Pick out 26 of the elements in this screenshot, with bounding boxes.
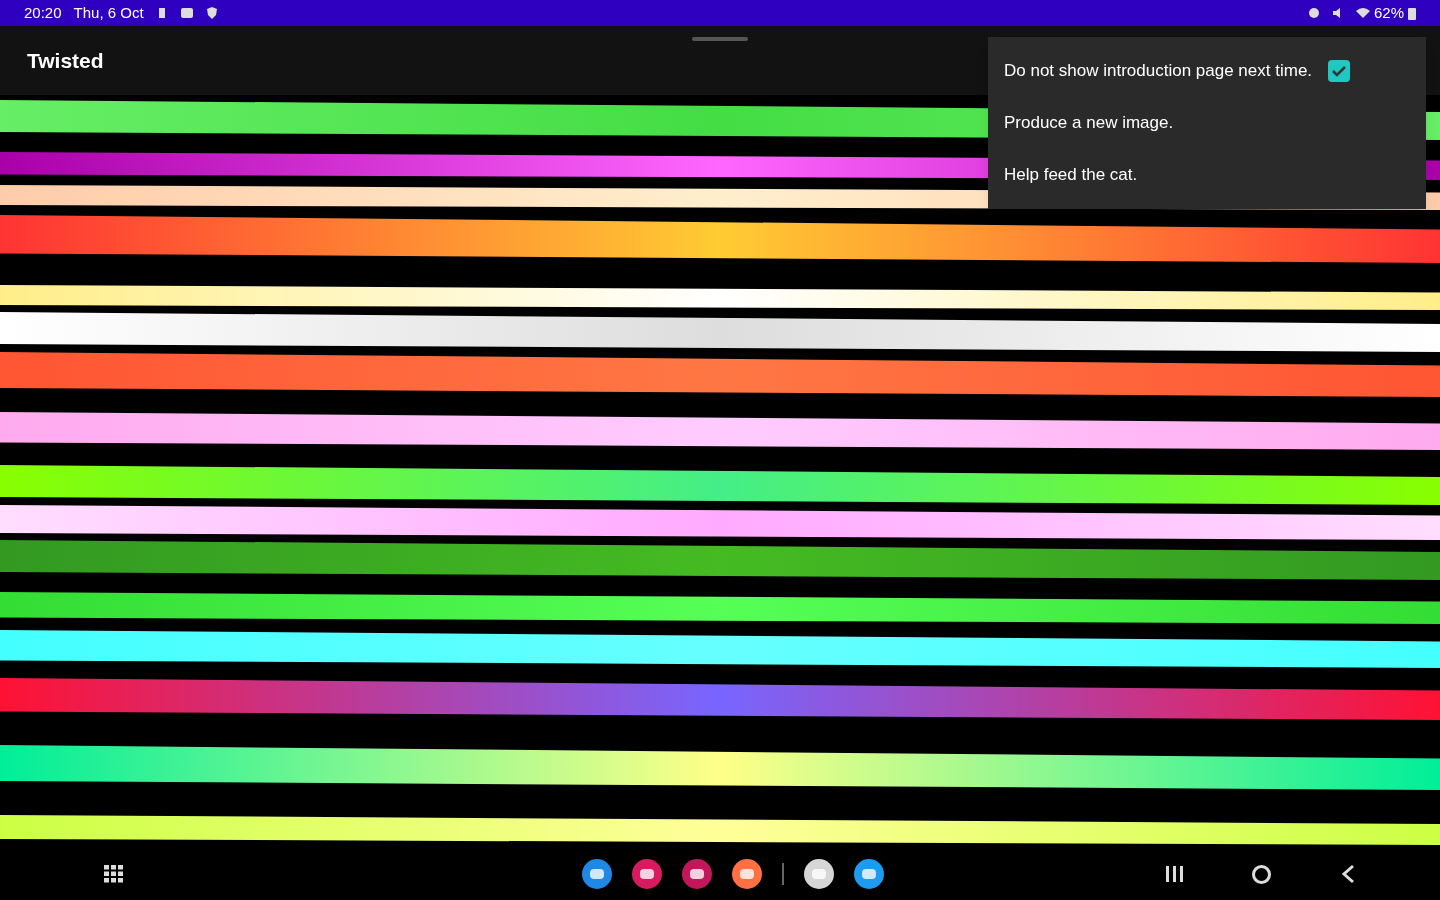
checkbox[interactable] bbox=[1328, 60, 1351, 82]
app-icon[interactable] bbox=[732, 859, 762, 889]
app-title: Twisted bbox=[27, 47, 104, 74]
battery-icon bbox=[1408, 6, 1416, 20]
clock: 20:20 bbox=[24, 2, 62, 23]
app-icon[interactable] bbox=[854, 859, 884, 889]
home-icon[interactable] bbox=[1251, 864, 1272, 885]
app-icon[interactable] bbox=[804, 859, 834, 889]
app-icon[interactable] bbox=[582, 859, 612, 889]
menu-item[interactable]: Produce a new image. bbox=[988, 97, 1426, 149]
shield-icon bbox=[205, 6, 218, 20]
app-icon[interactable] bbox=[632, 859, 662, 889]
menu-item-label: Produce a new image. bbox=[1004, 112, 1174, 135]
app-icon[interactable] bbox=[682, 859, 712, 889]
back-icon[interactable] bbox=[1341, 864, 1355, 884]
battery-percentage: 62% bbox=[1373, 2, 1404, 23]
recent-apps-icon[interactable] bbox=[1165, 865, 1185, 883]
menu-item-label: Do not show introduction page next time. bbox=[1004, 60, 1313, 83]
menu-item[interactable]: Do not show introduction page next time. bbox=[988, 45, 1426, 97]
menu-item-label: Help feed the cat. bbox=[1004, 164, 1138, 187]
drag-handle[interactable] bbox=[692, 37, 748, 41]
menu-item[interactable]: Help feed the cat. bbox=[988, 149, 1426, 201]
check-icon bbox=[1332, 65, 1347, 77]
app-grid-icon[interactable] bbox=[104, 865, 124, 883]
date: Thu, 6 Oct bbox=[73, 2, 144, 23]
image-icon bbox=[179, 7, 194, 19]
